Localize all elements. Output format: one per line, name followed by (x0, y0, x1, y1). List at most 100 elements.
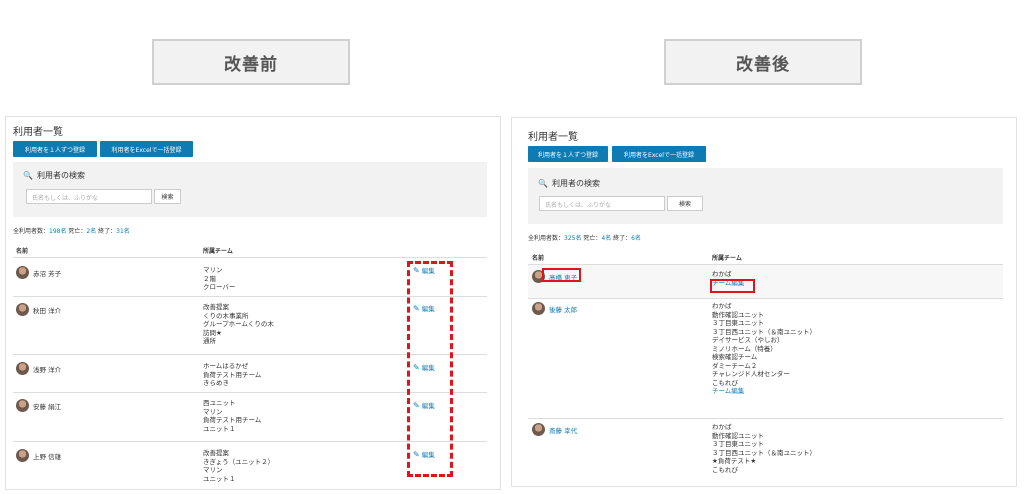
team-item: 負荷テスト用チーム (203, 370, 262, 379)
ended-count[interactable]: 6名 (631, 235, 641, 242)
team-list: わかば 動作確認ユニット ３丁目東ユニット ３丁目西ユニット（＆南ユニット） デ… (712, 302, 816, 396)
register-one-button[interactable]: 利用者を１人ずつ登録 (528, 146, 608, 162)
team-item: わかば (712, 302, 732, 310)
total-count[interactable]: 198名 (49, 228, 66, 235)
edit-column-highlight (407, 261, 453, 477)
page-title: 利用者一覧 (528, 132, 578, 143)
search-button[interactable]: 検索 (154, 189, 181, 204)
divider (13, 257, 487, 258)
team-item: 検索確認チーム (712, 353, 758, 361)
team-item: きらめき (203, 379, 229, 387)
dead-count[interactable]: 2名 (86, 228, 96, 235)
team-item: マリン (203, 466, 223, 474)
team-item: ユニット１ (203, 424, 236, 433)
search-heading: 🔍 利用者の検索 (23, 170, 85, 181)
team-item: ３丁目西ユニット（＆南ユニット） (712, 327, 816, 336)
team-item: こもれび (712, 465, 738, 474)
ended-label: 終了： (613, 235, 632, 242)
team-item: ユニット１ (203, 474, 236, 483)
user-counts: 全利用者数：198名 死亡：2名 終了：31名 (13, 226, 130, 235)
team-item: ダミーチーム２ (712, 361, 758, 370)
team-item: 動作確認ユニット (712, 431, 764, 440)
user-name: 安藤 絹江 (33, 402, 62, 411)
after-screenshot: 利用者一覧 利用者を１人ずつ登録 利用者をExcelで一括登録 🔍 利用者の検索… (511, 117, 1017, 487)
user-name: 秋田 洋介 (33, 306, 62, 315)
team-header: 所属チーム (712, 255, 742, 262)
team-item: 西ユニット (203, 399, 236, 407)
before-screenshot: 利用者一覧 利用者を１人ずつ登録 利用者をExcelで一括登録 🔍 利用者の検索… (5, 116, 501, 490)
team-item: マリン (203, 266, 223, 274)
total-count[interactable]: 325名 (564, 235, 581, 242)
divider (528, 298, 1003, 299)
register-one-button[interactable]: 利用者を１人ずつ登録 (13, 141, 97, 157)
ended-label: 終了： (98, 228, 117, 235)
team-list: わかば 動作確認ユニット ３丁目東ユニット ３丁目西ユニット（＆南ユニット） ★… (712, 423, 816, 474)
user-name: 赤沼 芳子 (33, 269, 62, 278)
team-item: グループホームくりの木 (203, 320, 274, 328)
user-name-link[interactable]: 斎藤 幸代 (549, 425, 577, 435)
team-item: ３丁目東ユニット (712, 319, 764, 327)
team-header: 所属チーム (203, 248, 233, 255)
table-row-user: 安藤 絹江 (16, 399, 61, 412)
table-row-user: 上野 信雄 (16, 449, 61, 462)
team-item: 動作確認ユニット (712, 310, 764, 319)
user-name: 上野 信雄 (33, 452, 62, 461)
team-item: 改善提案 (203, 449, 229, 457)
team-item: 訪問★ (203, 328, 222, 337)
team-list: 西ユニット マリン 負荷テスト用チーム ユニット１ (203, 399, 261, 433)
search-panel: 🔍 利用者の検索 氏名もしくは、ふりがな 検索 (528, 168, 1003, 224)
team-list: 改善提案 きぎょう（ユニット２） マリン ユニット１ (203, 449, 274, 483)
team-item: クローバー (203, 283, 236, 291)
team-item: 通所 (203, 337, 216, 345)
team-item: チャレンジド人材センター (712, 370, 790, 378)
total-label: 全利用者数： (13, 228, 50, 235)
team-item: マリン (203, 407, 223, 416)
team-item: ★負荷テスト★ (712, 457, 757, 465)
user-counts: 全利用者数：325名 死亡：4名 終了：6名 (528, 233, 641, 242)
team-item: ３丁目西ユニット（＆南ユニット） (712, 448, 816, 457)
before-label: 改善前 (152, 39, 350, 85)
excel-import-button[interactable]: 利用者をExcelで一括登録 (612, 146, 706, 162)
search-icon: 🔍 (538, 179, 548, 188)
search-heading-label: 利用者の検索 (36, 171, 85, 180)
team-item: きぎょう（ユニット２） (203, 457, 275, 466)
user-name-link[interactable]: 後藤 太郎 (549, 304, 577, 314)
team-item: ２階 (203, 274, 216, 283)
team-item: わかば (712, 423, 732, 431)
search-input[interactable]: 氏名もしくは、ふりがな (539, 196, 665, 211)
team-item: 改善提案 (203, 303, 229, 311)
search-input[interactable]: 氏名もしくは、ふりがな (26, 189, 152, 204)
team-edit-highlight (710, 279, 755, 293)
search-button[interactable]: 検索 (667, 196, 703, 211)
team-item: ３丁目東ユニット (712, 440, 764, 448)
avatar (16, 266, 29, 279)
team-item: わかば (712, 270, 732, 278)
team-item: 負荷テスト用チーム (203, 416, 262, 424)
team-list: マリン ２階 クローバー (203, 266, 235, 292)
after-label: 改善後 (664, 39, 862, 85)
row-highlight (528, 265, 1003, 298)
search-heading-label: 利用者の検索 (551, 179, 600, 188)
ended-count[interactable]: 31名 (116, 228, 130, 235)
page-title: 利用者一覧 (13, 127, 63, 138)
avatar (532, 423, 545, 436)
search-panel: 🔍 利用者の検索 氏名もしくは、ふりがな 検索 (13, 162, 487, 217)
search-icon: 🔍 (23, 171, 33, 180)
name-link-highlight (542, 268, 581, 282)
total-label: 全利用者数： (528, 235, 565, 242)
excel-import-button[interactable]: 利用者をExcelで一括登録 (100, 141, 193, 157)
team-list: ホームはるかぜ 負荷テスト用チーム きらめき (203, 362, 261, 388)
table-row-user: 秋田 洋介 (16, 303, 61, 316)
divider (528, 418, 1003, 419)
team-list: 改善提案 くりの木事業所 グループホームくりの木 訪問★ 通所 (203, 303, 274, 346)
avatar (16, 303, 29, 316)
team-edit-link[interactable]: チーム編集 (712, 387, 816, 396)
team-item: くりの木事業所 (203, 311, 249, 320)
name-header: 名前 (532, 255, 545, 262)
dead-count[interactable]: 4名 (601, 235, 611, 242)
team-item: デイサービス（やしお） (712, 336, 784, 344)
search-heading: 🔍 利用者の検索 (538, 178, 600, 189)
name-header: 名前 (16, 248, 29, 255)
user-name: 浅野 洋介 (33, 365, 62, 374)
avatar (16, 399, 29, 412)
